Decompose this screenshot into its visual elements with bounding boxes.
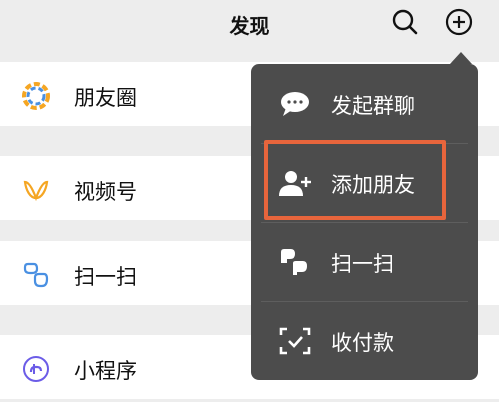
search-icon[interactable] [391,8,419,36]
mini-program-icon [22,355,50,383]
menu-item-add-friends[interactable]: 添加朋友 [251,143,478,222]
moments-icon [22,82,50,110]
scan-icon [279,248,311,276]
scan-icon [22,261,50,289]
list-item-label: 视频号 [74,180,137,204]
list-item-label: 扫一扫 [74,265,137,289]
add-user-icon [279,169,311,197]
menu-item-label: 发起群聊 [331,94,415,118]
menu-item-label: 扫一扫 [331,252,394,276]
chat-bubble-icon [279,90,311,118]
top-bar: 发现 [0,0,499,52]
list-item-label: 小程序 [74,359,137,383]
list-item-label: 朋友圈 [74,86,137,110]
page-title: 发现 [229,14,270,38]
menu-caret [450,52,472,64]
add-circle-icon[interactable] [445,8,473,36]
menu-item-group-chat[interactable]: 发起群聊 [251,64,478,143]
menu-item-money[interactable]: 收付款 [251,301,478,380]
channels-icon [22,176,50,204]
payment-icon [279,327,311,355]
menu-item-label: 添加朋友 [331,173,415,197]
plus-dropdown-menu: 发起群聊 添加朋友 扫一扫 收付款 [251,64,478,380]
menu-item-scan[interactable]: 扫一扫 [251,222,478,301]
menu-item-label: 收付款 [331,331,394,355]
